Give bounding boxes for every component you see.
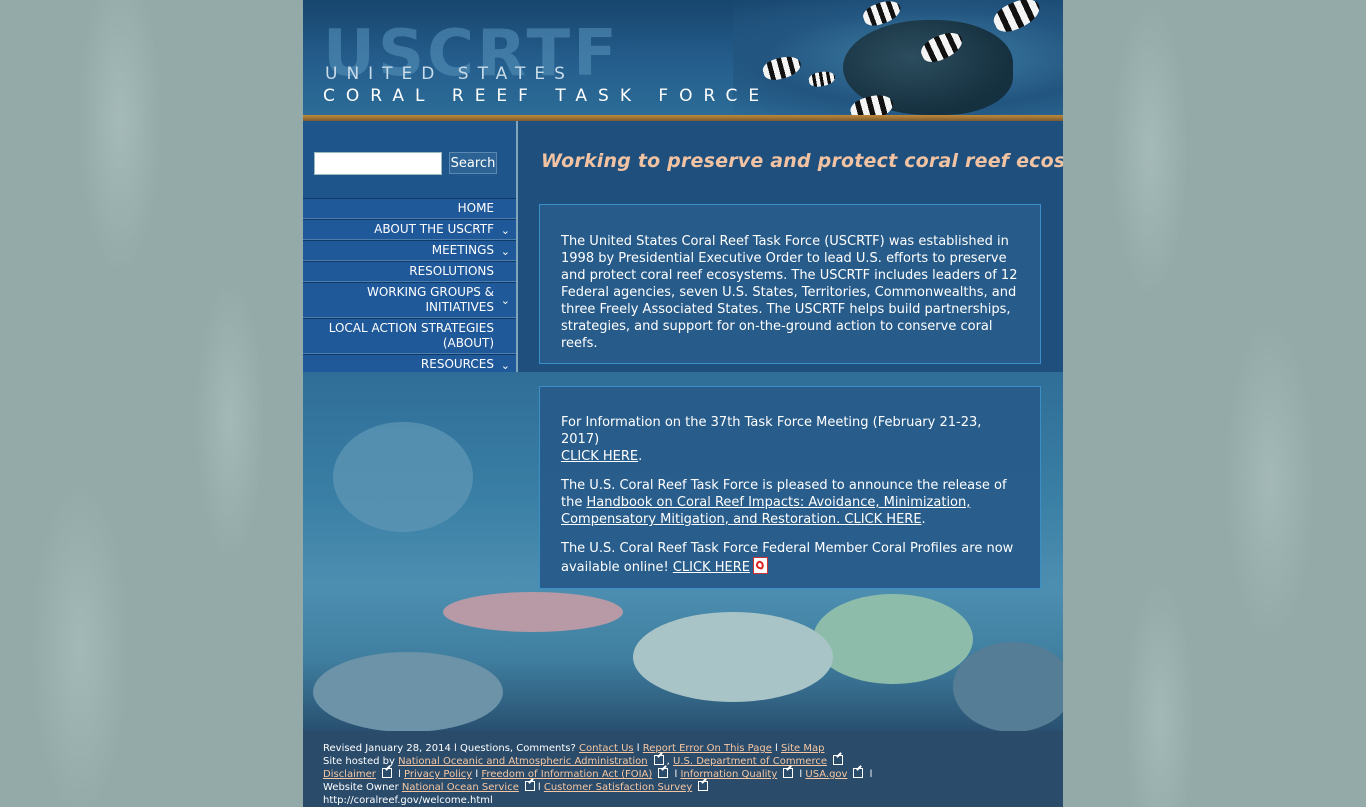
coral-image (813, 594, 973, 684)
disclaimer-link[interactable]: Disclaimer (323, 769, 376, 780)
footer-line: Revised January 28, 2014 l Questions, Co… (323, 743, 825, 754)
external-link-icon (698, 781, 709, 791)
doc-link[interactable]: U.S. Department of Commerce (673, 756, 827, 767)
revised-date: Revised January 28, 2014 (323, 743, 451, 754)
external-link-icon (381, 768, 392, 778)
nav-item-meetings[interactable]: MEETINGS ⌄ (303, 240, 516, 261)
meeting-info-link[interactable]: CLICK HERE (561, 449, 638, 464)
nav-item-home[interactable]: HOME (303, 198, 516, 219)
search-button[interactable]: Search (449, 152, 497, 174)
chevron-down-icon[interactable]: ⌄ (501, 293, 510, 308)
info-quality-link[interactable]: Information Quality (680, 769, 777, 780)
search-input[interactable] (314, 152, 442, 175)
chevron-down-icon[interactable]: ⌄ (501, 223, 510, 238)
nav-item-label: HOME (457, 201, 494, 215)
usagov-link[interactable]: USA.gov (805, 769, 847, 780)
page-container: USCRTF UNITED STATES CORAL REEF TASK FOR… (303, 0, 1063, 807)
main-nav: HOME ABOUT THE USCRTF ⌄ MEETINGS ⌄ RESOLUTION… (303, 198, 516, 375)
nav-item-local-action-strategies-about[interactable]: LOCAL ACTION STRATEGIES (ABOUT) (303, 318, 516, 354)
site-header: USCRTF UNITED STATES CORAL REEF TASK FOR… (303, 0, 1063, 115)
external-link-icon (853, 768, 864, 778)
nos-link[interactable]: National Ocean Service (402, 782, 519, 793)
coral-image (633, 612, 833, 702)
nav-item-working-groups-initiatives[interactable]: WORKING GROUPS & INITIATIVES ⌄ (303, 282, 516, 318)
pdf-icon (752, 557, 768, 574)
coral-profiles-link[interactable]: CLICK HERE (673, 560, 750, 575)
external-link-icon (524, 781, 535, 791)
survey-link[interactable]: Customer Satisfaction Survey (544, 782, 692, 793)
chevron-down-icon[interactable]: ⌄ (501, 358, 510, 373)
news-text: For Information on the 37th Task Force M… (561, 415, 982, 447)
external-link-icon (658, 768, 669, 778)
page-url: http://coralreef.gov/welcome.html (323, 795, 493, 806)
footer-line: Website Owner National Ocean Service l Cu… (323, 781, 1063, 794)
external-link-icon (783, 768, 794, 778)
site-logo-subtitle: UNITED STATES (325, 64, 574, 84)
privacy-link[interactable]: Privacy Policy (404, 769, 472, 780)
nav-item-label: ABOUT THE USCRTF (374, 222, 494, 236)
handbook-link[interactable]: Handbook on Coral Reef Impacts: Avoidanc… (561, 495, 970, 527)
nav-item-label: RESOURCES (420, 357, 494, 371)
news-text: The U.S. Coral Reef Task Force Federal M… (561, 541, 1014, 575)
nav-item-label: MEETINGS (431, 243, 494, 257)
site-logo-title: CORAL REEF TASK FORCE (323, 86, 771, 106)
intro-text: The United States Coral Reef Task Force … (561, 234, 1018, 351)
news-box: For Information on the 37th Task Force M… (539, 386, 1041, 589)
page-tagline: Working to preserve and protect coral re… (541, 150, 1063, 172)
footer-line: Disclaimer l Privacy Policy l Freedom of… (323, 768, 873, 780)
nav-item-label: LOCAL ACTION STRATEGIES (ABOUT) (328, 321, 494, 350)
coral-image (953, 642, 1063, 732)
news-item: The U.S. Coral Reef Task Force is please… (561, 478, 1007, 527)
noaa-link[interactable]: National Oceanic and Atmospheric Adminis… (398, 756, 648, 767)
nav-item-label: WORKING GROUPS & INITIATIVES (366, 285, 494, 314)
questions-label: Questions, Comments? (460, 743, 576, 754)
nav-item-label: RESOLUTIONS (409, 264, 494, 278)
sitemap-link[interactable]: Site Map (781, 743, 824, 754)
owner-label: Website Owner (323, 782, 399, 793)
intro-box: The United States Coral Reef Task Force … (539, 204, 1041, 364)
news-item: For Information on the 37th Task Force M… (561, 415, 982, 464)
hosted-by-label: Site hosted by (323, 756, 395, 767)
coral-image (443, 592, 623, 632)
footer-line: Site hosted by National Oceanic and Atmo… (323, 755, 1063, 768)
nav-item-about-the-uscrtf[interactable]: ABOUT THE USCRTF ⌄ (303, 219, 516, 240)
external-link-icon (653, 755, 664, 765)
coral-image (333, 422, 473, 532)
chevron-down-icon[interactable]: ⌄ (501, 244, 510, 259)
site-footer: Revised January 28, 2014 l Questions, Co… (303, 731, 1063, 807)
foia-link[interactable]: Freedom of Information Act (FOIA) (481, 769, 652, 780)
nav-item-resolutions[interactable]: RESOLUTIONS (303, 261, 516, 282)
contact-link[interactable]: Contact Us (579, 743, 634, 754)
external-link-icon (833, 755, 843, 765)
news-item: The U.S. Coral Reef Task Force Federal M… (561, 540, 1020, 576)
coral-image (313, 652, 503, 732)
